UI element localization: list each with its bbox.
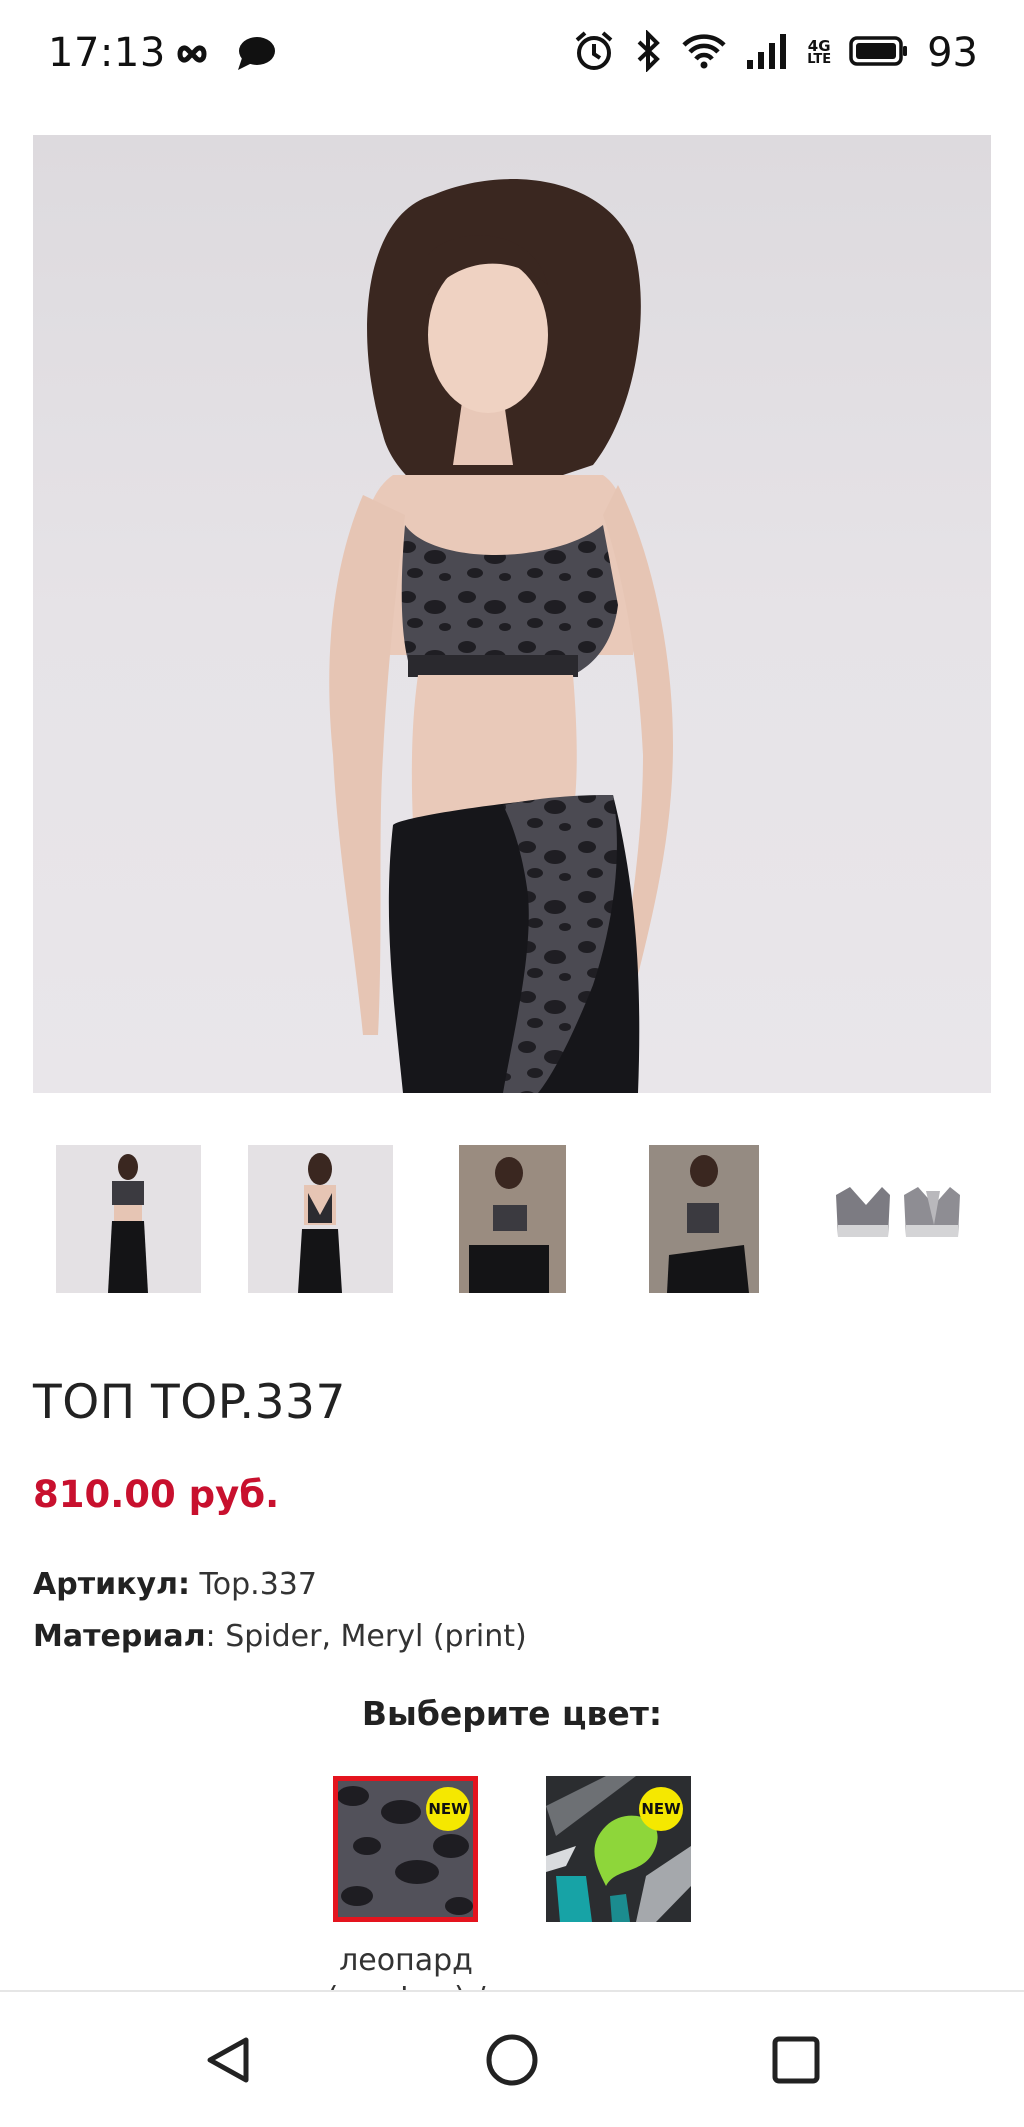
status-time: 17:13 bbox=[48, 30, 166, 76]
status-bar: 17:13 4G LTE 93 bbox=[0, 0, 1024, 108]
battery-percentage: 93 bbox=[927, 30, 978, 76]
thumbnail-flat-lay-view[interactable] bbox=[830, 1145, 970, 1293]
thumbnail-front-view[interactable] bbox=[56, 1145, 201, 1293]
new-badge: NEW bbox=[426, 1787, 470, 1831]
color-picker-heading: Выберите цвет: bbox=[361, 1694, 663, 1733]
product-title: ТОП TOP.337 bbox=[33, 1375, 346, 1430]
alarm-icon bbox=[573, 30, 615, 76]
home-icon[interactable] bbox=[480, 2028, 544, 2092]
model-photo-illustration bbox=[329, 179, 673, 1093]
thumbnail-seated-view[interactable] bbox=[459, 1145, 566, 1293]
battery-icon bbox=[849, 35, 909, 71]
thumbnail-back-view[interactable] bbox=[248, 1145, 393, 1293]
material-row: Материал: Spider, Meryl (print) bbox=[33, 1619, 527, 1654]
thumbnail-side-kneel-view[interactable] bbox=[649, 1145, 759, 1293]
system-navigation-bar bbox=[0, 1990, 1024, 2127]
wifi-icon bbox=[681, 32, 727, 74]
thumbnail-strip bbox=[0, 1145, 1024, 1293]
recents-icon[interactable] bbox=[764, 2028, 828, 2092]
bluetooth-icon bbox=[633, 29, 663, 76]
material-value: : Spider, Meryl (print) bbox=[205, 1619, 527, 1654]
4g-lte-icon: 4G LTE bbox=[807, 37, 832, 67]
chat-bubble-icon bbox=[236, 36, 276, 76]
product-main-photo[interactable] bbox=[33, 135, 991, 1093]
cellular-signal-icon bbox=[745, 32, 789, 74]
article-label: Артикул: bbox=[33, 1567, 190, 1602]
color-swatch-abstract-green[interactable]: NEW bbox=[546, 1776, 691, 1922]
article-value: Top.337 bbox=[190, 1567, 317, 1602]
infinity-icon bbox=[168, 39, 216, 73]
product-price: 810.00 руб. bbox=[33, 1473, 280, 1516]
color-swatch-leopard-graphite[interactable]: NEW bbox=[333, 1776, 478, 1922]
material-label: Материал bbox=[33, 1619, 206, 1654]
new-badge: NEW bbox=[639, 1787, 683, 1831]
article-row: Артикул: Top.337 bbox=[33, 1567, 317, 1602]
back-icon[interactable] bbox=[196, 2028, 260, 2092]
